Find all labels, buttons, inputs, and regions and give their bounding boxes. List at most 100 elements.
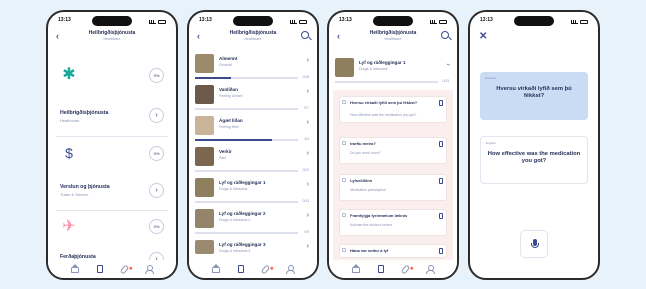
document-tab-icon[interactable] [378, 265, 385, 273]
notification-dot [409, 265, 414, 270]
item-name: Vanlíðan [219, 87, 238, 92]
signal-icon [430, 19, 437, 24]
item-name: Ágæt líðan [219, 118, 243, 123]
phone-categories-screen: 13:13 ‹ Heilbrigðisþjónusta Healthcare ✱… [46, 10, 178, 280]
clipboard-icon[interactable] [439, 100, 443, 106]
item-name: Lyf og ráðleggingar 2 [219, 211, 266, 216]
list-item[interactable]: Verkir Pain › 0/22 [194, 145, 312, 176]
clipboard-icon[interactable] [439, 141, 443, 147]
profile-tab-icon[interactable] [425, 265, 435, 274]
status-bar: 13:13 [58, 17, 166, 26]
list-item[interactable]: Lyf og ráðleggingar 2 Drugs & Infusions … [194, 207, 312, 238]
battery-icon [158, 19, 166, 24]
item-count: 0/13 [442, 79, 449, 83]
question-text: Þarftu meira? [350, 141, 376, 146]
checkbox[interactable] [342, 248, 346, 252]
item-desc: Drugs & Infusions 3 [219, 249, 251, 253]
nav-subtitle: Healthcare [384, 37, 402, 41]
category-name: Heilbrigðisþjónusta [60, 110, 109, 116]
tab-bar [329, 260, 457, 278]
progress-percent: 0% [149, 146, 164, 161]
chevron-right-icon: › [306, 88, 309, 95]
item-name: Lyf og ráðleggingar 3 [219, 242, 266, 247]
item-count: 0/13 [302, 199, 309, 203]
pill-tab-icon[interactable] [260, 263, 274, 275]
item-desc: Feeling Well [219, 125, 239, 129]
question-translation: How effective was the medication you got… [350, 113, 417, 117]
signal-icon [149, 19, 156, 24]
pill-tab-icon[interactable] [119, 263, 133, 275]
search-icon[interactable] [441, 31, 449, 39]
profile-tab-icon[interactable] [285, 265, 295, 274]
battery-icon [439, 19, 447, 24]
list-item[interactable]: Ágæt líðan Feeling Well › 3/4 [194, 114, 312, 145]
item-desc: Pain [219, 156, 227, 160]
nav-bar: ‹ Heilbrigðisþjónusta Healthcare [335, 29, 451, 45]
nav-subtitle: Healthcare [103, 37, 121, 41]
item-thumbnail [195, 147, 214, 166]
clipboard-icon[interactable] [439, 248, 443, 254]
item-count: 0/22 [302, 168, 309, 172]
home-tab-icon[interactable] [352, 264, 361, 273]
checkbox[interactable] [342, 141, 346, 145]
chevron-right-icon: › [306, 150, 309, 157]
progress-bar [195, 139, 298, 141]
search-icon[interactable] [301, 31, 309, 39]
category-go-button[interactable]: › [149, 183, 164, 198]
category-go-button[interactable]: › [149, 108, 164, 123]
question-translation: Medication prescription [350, 188, 386, 192]
clipboard-icon[interactable] [439, 213, 443, 219]
checkbox[interactable] [342, 178, 346, 182]
notification-dot [269, 265, 274, 270]
divider [56, 136, 168, 137]
item-name: Lyf og ráðleggingar 1 [219, 180, 266, 185]
question-card[interactable]: Framfylgja fyrirmælum læknis Activate th… [339, 209, 447, 236]
home-tab-icon[interactable] [212, 264, 221, 273]
list-item[interactable]: Lyf og ráðleggingar 3 Drugs & Infusions … [194, 238, 312, 258]
tab-bar [48, 260, 176, 278]
list-item[interactable]: Vanlíðan Feeling Unwell › 0/7 [194, 83, 312, 114]
question-card[interactable]: Þarftu meira? Do you need more? [339, 137, 447, 164]
notification-dot [128, 265, 133, 270]
category-trade-service[interactable]: Verslun og þjónusta Trade & Service › [56, 180, 168, 210]
pill-tab-icon[interactable] [400, 263, 414, 275]
chevron-right-icon: › [306, 243, 309, 250]
question-card[interactable]: Hana var settur á lyf [339, 244, 447, 258]
item-name: Lyf og ráðleggingar 1 [359, 60, 406, 65]
item-thumbnail [195, 240, 214, 254]
category-healthcare[interactable]: Heilbrigðisþjónusta Healthcare › [56, 104, 168, 134]
checkbox[interactable] [342, 213, 346, 217]
document-tab-icon[interactable] [238, 265, 245, 273]
nav-bar: ‹ Heilbrigðisþjónusta Healthcare [54, 29, 170, 45]
list-item[interactable]: Almennt General › 0/18 [194, 52, 312, 83]
close-icon[interactable]: ✕ [479, 31, 487, 42]
progress-bar [195, 77, 298, 79]
item-desc: Drugs & Infusions [359, 67, 388, 71]
home-tab-icon[interactable] [71, 264, 80, 273]
category-english: Trade & Service [60, 192, 89, 197]
item-thumbnail [195, 85, 214, 104]
category-health-icon-row[interactable]: ✱ 0% [56, 62, 168, 92]
english-question-card: English How effective was the medication… [480, 136, 588, 184]
profile-tab-icon[interactable] [144, 265, 154, 274]
item-name: Verkir [219, 149, 232, 154]
list-item[interactable]: Lyf og ráðleggingar 1 Drugs & Infusions … [194, 176, 312, 207]
nav-subtitle: Healthcare [244, 37, 262, 41]
question-list: Hversu virkaði lyfið sem þú fékkst? How … [333, 90, 453, 260]
checkbox[interactable] [342, 100, 346, 104]
category-travel-icon-row[interactable]: ✈ 0% [56, 214, 168, 244]
item-count: 0/9 [304, 230, 309, 234]
question-card[interactable]: Hversu virkaði lyfið sem þú fékkst? How … [339, 96, 447, 123]
clipboard-icon[interactable] [439, 178, 443, 184]
document-tab-icon[interactable] [97, 265, 104, 273]
item-thumbnail [195, 116, 214, 135]
item-desc: Drugs & Infusions [219, 187, 248, 191]
icelandic-question-card: Íslenska Hversu virkaði lyfið sem þú fék… [480, 72, 588, 120]
microphone-button[interactable] [520, 230, 548, 258]
money-hand-icon: $ [65, 145, 73, 161]
divider [56, 210, 168, 211]
status-bar: 13:13 [199, 17, 307, 26]
expanded-subcategory[interactable]: Lyf og ráðleggingar 1 Drugs & Infusions … [334, 56, 452, 84]
question-card[interactable]: Lyfseðillinn Medication prescription [339, 174, 447, 201]
category-trade-icon-row[interactable]: $ 0% [56, 140, 168, 170]
